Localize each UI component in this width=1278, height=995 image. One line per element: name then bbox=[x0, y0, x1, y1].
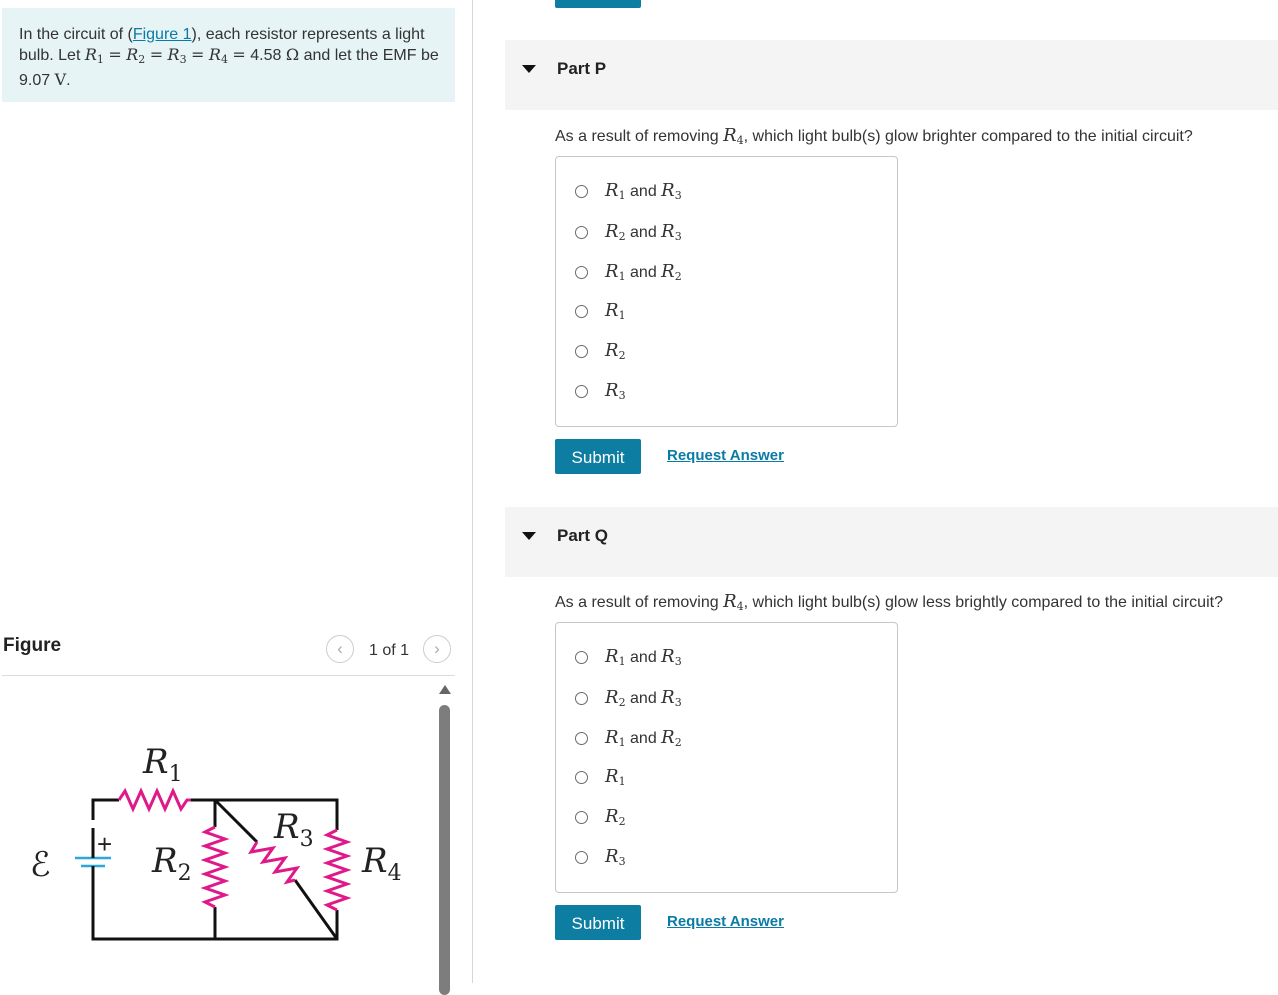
resistor-r2 bbox=[200, 825, 230, 909]
figure-link[interactable]: Figure 1 bbox=[133, 26, 192, 43]
scroll-up-arrow-icon[interactable] bbox=[439, 685, 451, 694]
choice-option[interactable]: R2 bbox=[575, 339, 626, 363]
divider bbox=[2, 675, 455, 676]
chevron-left-icon[interactable]: ‹ bbox=[326, 635, 354, 663]
equals: = bbox=[232, 45, 246, 64]
math-r4: R4 bbox=[208, 45, 228, 66]
caret-down-icon[interactable] bbox=[522, 532, 536, 540]
resistor-r1 bbox=[117, 787, 191, 813]
choice-option[interactable]: R1 and R2 bbox=[575, 726, 682, 750]
intro-text: and let the EMF be bbox=[299, 47, 439, 64]
radio-button[interactable] bbox=[575, 731, 588, 745]
resistor-r3 bbox=[248, 841, 301, 885]
part-q-title: Part Q bbox=[557, 526, 609, 545]
circuit-diagram: R1 R2 R3 R4 ℰ + bbox=[30, 742, 402, 941]
choice-option[interactable]: R1 bbox=[575, 765, 626, 789]
caret-down-icon[interactable] bbox=[522, 65, 536, 73]
intro-text: In the circuit of ( bbox=[19, 26, 133, 43]
choice-option[interactable]: R1 bbox=[575, 299, 626, 323]
submit-button-partial[interactable] bbox=[555, 0, 641, 8]
wire bbox=[191, 798, 339, 830]
label-r2: R2 bbox=[151, 841, 192, 886]
radio-button[interactable] bbox=[575, 770, 588, 784]
choice-option[interactable]: R2 and R3 bbox=[575, 686, 682, 710]
math-r2: R2 bbox=[126, 45, 146, 66]
wire bbox=[213, 798, 259, 844]
part-q-header[interactable]: Part Q bbox=[505, 507, 1278, 577]
choice-option[interactable]: R3 bbox=[575, 845, 626, 869]
equals: = bbox=[108, 45, 122, 64]
ohm-unit: Ω bbox=[285, 45, 300, 64]
part-p-choices: R1 and R3 R2 and R3 R1 and R2 R1 R2 R3 bbox=[555, 156, 898, 427]
chevron-right-icon[interactable]: › bbox=[423, 635, 451, 663]
emf-value: 9.07 bbox=[19, 72, 51, 89]
part-q-question: As a result of removing R4, which light … bbox=[555, 591, 1223, 613]
choice-option[interactable]: R1 and R3 bbox=[575, 645, 682, 669]
label-r4: R4 bbox=[361, 841, 402, 886]
intro-text: . bbox=[66, 72, 71, 89]
wire bbox=[91, 798, 119, 820]
radio-button[interactable] bbox=[575, 225, 588, 239]
resistance-value: 4.58 bbox=[250, 47, 282, 64]
choice-option[interactable]: R2 bbox=[575, 805, 626, 829]
label-emf: ℰ bbox=[30, 845, 51, 885]
figure-pager: 1 of 1 bbox=[369, 642, 410, 659]
radio-button[interactable] bbox=[575, 850, 588, 864]
choice-option[interactable]: R3 bbox=[575, 379, 626, 403]
part-p-question: As a result of removing R4, which light … bbox=[555, 125, 1193, 147]
math-r3: R3 bbox=[167, 45, 187, 66]
radio-button[interactable] bbox=[575, 650, 588, 664]
math-r1: R1 bbox=[84, 45, 104, 66]
label-plus: + bbox=[97, 829, 112, 859]
radio-button[interactable] bbox=[575, 691, 588, 705]
choice-option[interactable]: R1 and R3 bbox=[575, 179, 682, 203]
radio-button[interactable] bbox=[575, 265, 588, 279]
part-p-header[interactable]: Part P bbox=[505, 40, 1278, 110]
radio-button[interactable] bbox=[575, 384, 588, 398]
choice-option[interactable]: R1 and R2 bbox=[575, 260, 682, 284]
radio-button[interactable] bbox=[575, 344, 588, 358]
figure-title: Figure bbox=[3, 635, 62, 656]
radio-button[interactable] bbox=[575, 184, 588, 198]
radio-button[interactable] bbox=[575, 810, 588, 824]
part-p-title: Part P bbox=[557, 59, 607, 78]
label-r3: R3 bbox=[273, 807, 314, 852]
radio-button[interactable] bbox=[575, 304, 588, 318]
request-answer-link[interactable]: Request Answer bbox=[667, 913, 784, 930]
volt-unit: V bbox=[54, 70, 67, 89]
scrollbar-thumb[interactable] bbox=[439, 705, 450, 995]
request-answer-link[interactable]: Request Answer bbox=[667, 447, 784, 464]
choice-option[interactable]: R2 and R3 bbox=[575, 220, 682, 244]
part-q-choices: R1 and R3 R2 and R3 R1 and R2 R1 R2 R3 bbox=[555, 622, 898, 893]
left-pane: In the circuit of (Figure 1), each resis… bbox=[0, 0, 473, 995]
problem-intro: In the circuit of (Figure 1), each resis… bbox=[2, 8, 455, 102]
submit-button[interactable]: Submit bbox=[555, 439, 641, 474]
equals: = bbox=[191, 45, 205, 64]
resistor-r4 bbox=[322, 828, 352, 912]
equals: = bbox=[149, 45, 164, 64]
submit-button[interactable]: Submit bbox=[555, 905, 641, 940]
label-r1: R1 bbox=[142, 742, 183, 787]
